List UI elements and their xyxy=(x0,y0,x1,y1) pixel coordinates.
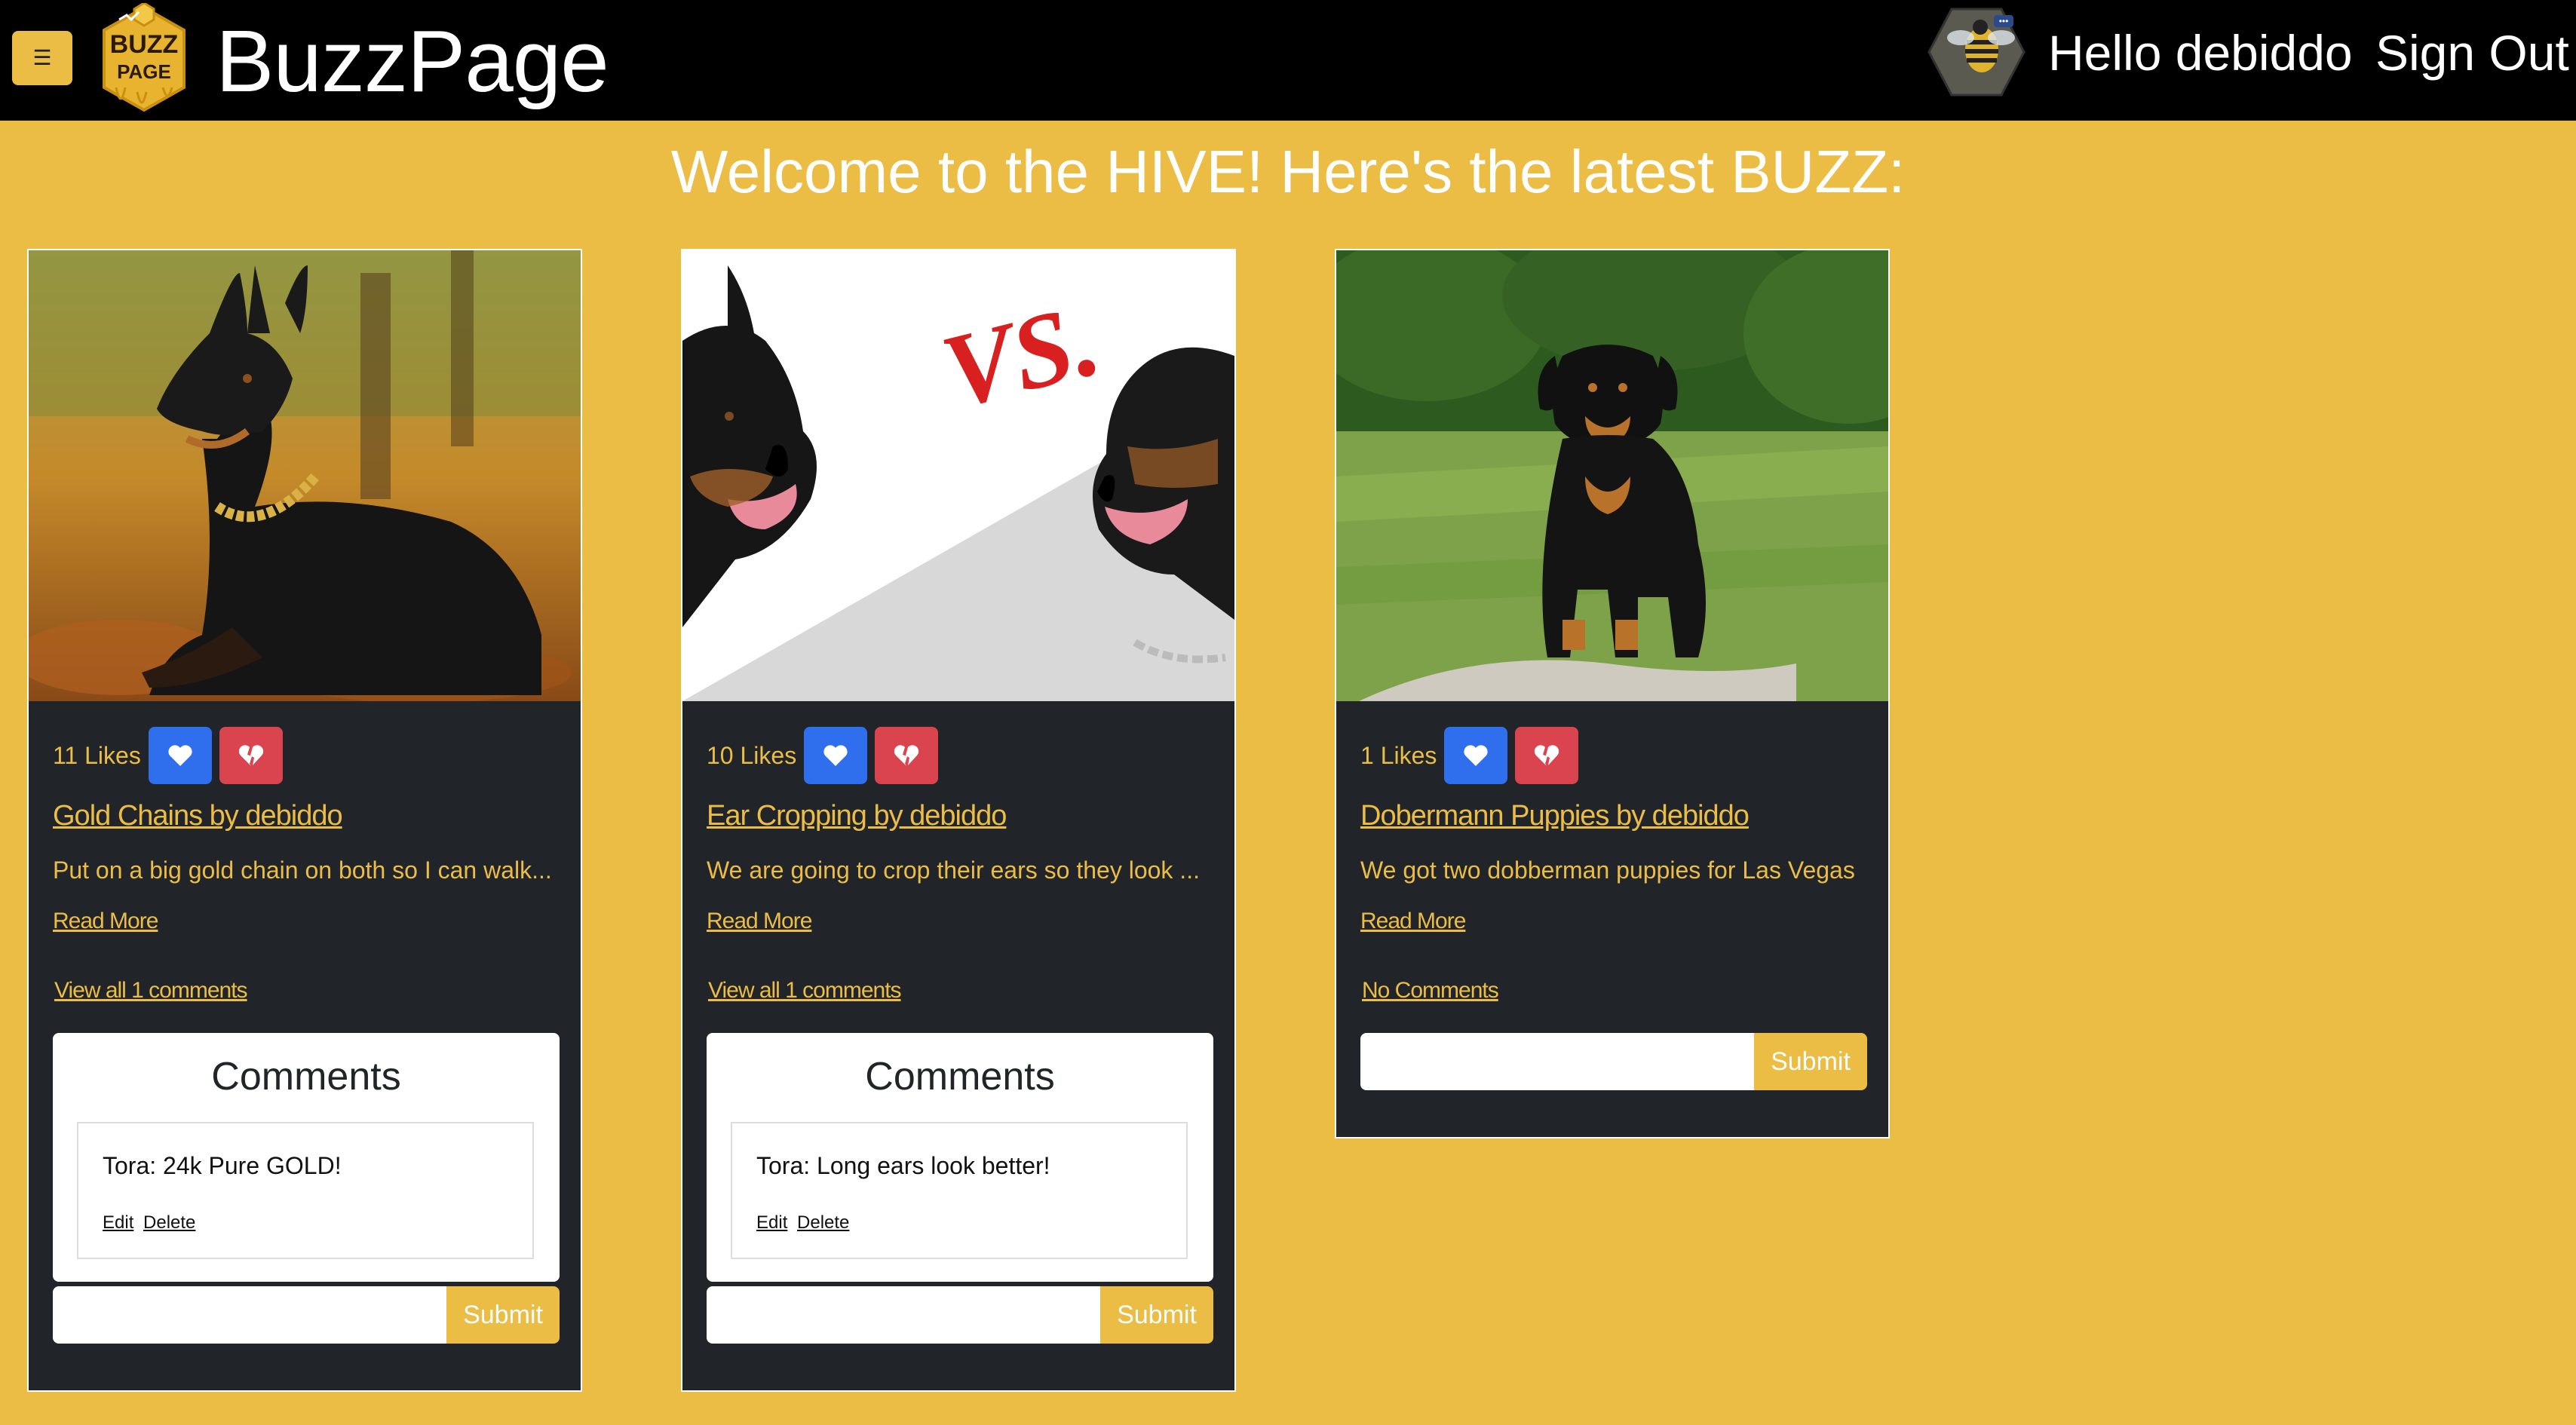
post-image xyxy=(29,250,581,701)
comment-input[interactable] xyxy=(53,1286,446,1344)
dislike-button[interactable] xyxy=(219,727,283,784)
comment-actions: Edit Delete xyxy=(103,1212,200,1233)
post-snippet: We got two dobberman puppies for Las Veg… xyxy=(1360,857,1855,884)
comment-item: Tora: 24k Pure GOLD! Edit Delete xyxy=(77,1122,534,1259)
comment-text: Tora: 24k Pure GOLD! xyxy=(103,1152,342,1179)
comment-item: Tora: Long ears look better! Edit Delete xyxy=(731,1122,1188,1259)
post-title[interactable]: Gold Chains by debiddo xyxy=(53,798,343,834)
comments-heading: Comments xyxy=(865,1055,1055,1099)
likes-row: 1 Likes xyxy=(1360,727,1586,784)
post-image: VS. xyxy=(682,250,1234,701)
submit-comment-button[interactable]: Submit xyxy=(1100,1286,1213,1344)
post-snippet: Put on a big gold chain on both so I can… xyxy=(53,857,552,884)
comment-actions: Edit Delete xyxy=(756,1212,854,1233)
user-avatar: ••• xyxy=(1927,8,2026,97)
view-comments-link[interactable]: View all 1 comments xyxy=(54,974,248,1007)
comment-text: Tora: Long ears look better! xyxy=(756,1152,1050,1179)
menu-toggle-button[interactable]: ☰ xyxy=(12,31,72,85)
sign-out-link[interactable]: Sign Out xyxy=(2375,21,2569,84)
view-comments-link[interactable]: View all 1 comments xyxy=(708,974,902,1007)
svg-text:BUZZ: BUZZ xyxy=(110,30,179,59)
post-snippet: We are going to crop their ears so they … xyxy=(707,857,1200,884)
read-more-link[interactable]: Read More xyxy=(707,905,812,938)
heart-icon xyxy=(1464,745,1488,766)
likes-count: 10 Likes xyxy=(707,741,797,769)
submit-comment-button[interactable]: Submit xyxy=(1754,1033,1867,1090)
like-button[interactable] xyxy=(804,727,868,784)
read-more-link[interactable]: Read More xyxy=(1360,905,1466,938)
like-button[interactable] xyxy=(1444,727,1508,784)
navbar: ☰ BUZZ PAGE BuzzPage ••• Hello debiddo S… xyxy=(0,0,2576,121)
edit-comment-link[interactable]: Edit xyxy=(103,1212,133,1233)
likes-row: 10 Likes xyxy=(707,727,946,784)
delete-comment-link[interactable]: Delete xyxy=(143,1212,195,1233)
comment-input[interactable] xyxy=(707,1286,1100,1344)
no-comments-link[interactable]: No Comments xyxy=(1362,974,1499,1007)
likes-count: 1 Likes xyxy=(1360,741,1437,769)
post-card: 11 Likes Gold Chains by debiddo Put on a… xyxy=(27,249,582,1392)
user-greeting: Hello debiddo xyxy=(2048,25,2353,81)
post-card: 1 Likes Dobermann Puppies by debiddo We … xyxy=(1335,249,1890,1138)
comments-panel: Comments Tora: 24k Pure GOLD! Edit Delet… xyxy=(53,1033,560,1282)
comments-heading: Comments xyxy=(211,1055,401,1099)
post-card: VS. 10 Likes Ear Cropping by debiddo We … xyxy=(681,249,1236,1392)
broken-heart-icon xyxy=(894,745,919,766)
post-title[interactable]: Ear Cropping by debiddo xyxy=(707,798,1007,834)
svg-text:PAGE: PAGE xyxy=(117,60,171,83)
heart-icon xyxy=(823,745,848,766)
edit-comment-link[interactable]: Edit xyxy=(756,1212,787,1233)
post-title[interactable]: Dobermann Puppies by debiddo xyxy=(1360,798,1750,834)
likes-row: 11 Likes xyxy=(53,727,290,784)
delete-comment-link[interactable]: Delete xyxy=(797,1212,849,1233)
comment-input[interactable] xyxy=(1360,1033,1754,1090)
submit-comment-button[interactable]: Submit xyxy=(446,1286,560,1344)
dislike-button[interactable] xyxy=(1515,727,1579,784)
comments-panel: Comments Tora: Long ears look better! Ed… xyxy=(707,1033,1213,1282)
buzzpage-logo[interactable]: BUZZ PAGE xyxy=(94,3,195,115)
comment-form: Submit xyxy=(53,1286,560,1344)
comment-form: Submit xyxy=(707,1286,1213,1344)
broken-heart-icon xyxy=(238,745,263,766)
post-image xyxy=(1336,250,1888,701)
hamburger-icon: ☰ xyxy=(32,46,52,69)
comment-form: Submit xyxy=(1360,1033,1867,1090)
brand-title[interactable]: BuzzPage xyxy=(216,9,609,113)
page-heading: Welcome to the HIVE! Here's the latest B… xyxy=(670,138,1906,205)
like-button[interactable] xyxy=(148,727,212,784)
svg-text:•••: ••• xyxy=(1999,16,2009,26)
read-more-link[interactable]: Read More xyxy=(53,905,158,938)
heart-icon xyxy=(168,745,192,766)
likes-count: 11 Likes xyxy=(53,741,141,769)
broken-heart-icon xyxy=(1535,745,1559,766)
dislike-button[interactable] xyxy=(875,727,939,784)
